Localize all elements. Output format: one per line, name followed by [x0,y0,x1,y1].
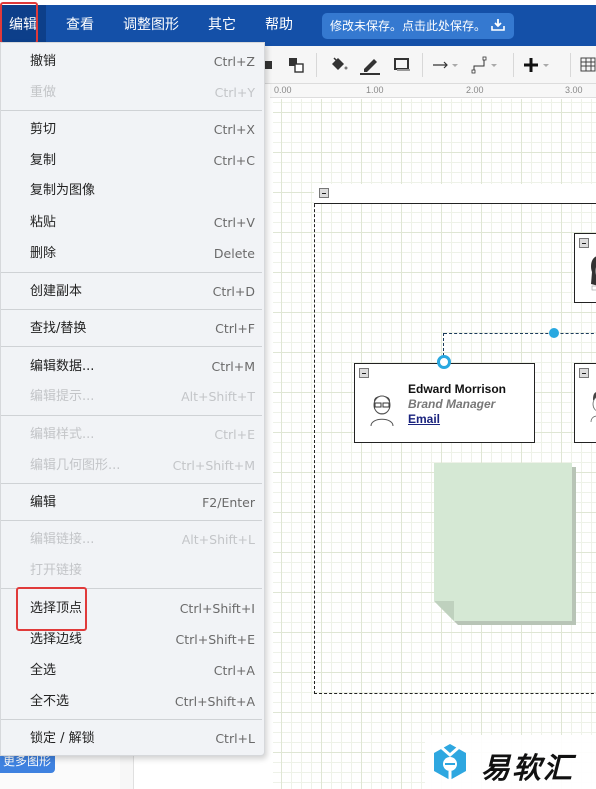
menu-item-edit-style: 编辑样式... Ctrl+E [30,427,255,442]
menu-extras[interactable]: 其它 [199,5,245,46]
brand-logo-icon [434,744,466,780]
menu-item-copy[interactable]: 复制 Ctrl+C [1,146,264,176]
menu-item-select-all[interactable]: 全选 Ctrl+A [1,656,264,686]
menu-item-cut[interactable]: 剪切 Ctrl+X [1,115,264,145]
menu-item-duplicate[interactable]: 创建副本 Ctrl+D [1,277,264,307]
menu-divider [1,272,262,273]
menu-view[interactable]: 查看 [57,5,103,46]
menubar: 编辑 查看 调整图形 其它 帮助 修改未保存。点击此处保存。 [0,0,596,46]
shadow-icon[interactable] [392,55,412,75]
insert-plus-icon[interactable] [523,55,553,75]
horizontal-ruler: 0.00 1.00 2.00 3.00 [270,84,596,98]
card-email-link[interactable]: Email [408,412,440,426]
unsaved-changes-button[interactable]: 修改未保存。点击此处保存。 [322,13,514,39]
menu-item-edit-geometry: 编辑几何图形... Ctrl+Shift+M [30,458,255,473]
ruler-label: 2.00 [466,85,484,95]
to-front-icon[interactable] [262,55,282,75]
org-card-edward-morrison[interactable]: Edward Morrison Brand Manager Email [354,363,535,443]
menu-item-edit-link: 编辑链接... Alt+Shift+L [30,532,255,547]
edit-menu-dropdown: 撤销 Ctrl+Z 重做 Ctrl+Y 剪切 Ctrl+X 复制 Ctrl+C 复制为图… [0,42,265,756]
menu-item-lock-unlock[interactable]: 锁定 / 解锁 Ctrl+L [1,724,264,754]
menu-arrange[interactable]: 调整图形 [114,5,188,46]
menu-item-find-replace[interactable]: 查找/替换 Ctrl+F [1,314,264,344]
menu-divider [1,415,262,416]
menu-divider [1,346,262,347]
line-color-icon[interactable] [360,55,380,75]
ruler-label: 3.00 [565,85,583,95]
watermark-text: 易软汇 [481,751,575,785]
org-container-header[interactable] [314,184,596,204]
connection-point-handle[interactable] [437,355,451,369]
menu-item-undo[interactable]: 撤销 Ctrl+Z [1,47,264,77]
male-avatar-icon [370,395,394,426]
menu-item-open-link: 打开链接 [30,563,83,578]
org-card-top[interactable] [574,233,596,303]
select-vertices-highlight-box [16,587,87,631]
male-avatar-icon [590,392,596,423]
menu-help[interactable]: 帮助 [256,5,302,46]
menu-item-edit-data[interactable]: 编辑数据... Ctrl+M [1,352,264,382]
save-notice-text: 修改未保存。点击此处保存。 [330,19,487,33]
table-icon[interactable] [580,55,596,75]
ruler-label: 1.00 [366,85,384,95]
collapse-icon[interactable] [319,188,329,198]
edit-menu-highlight-box [0,2,38,44]
connection-arrow-icon[interactable] [432,55,462,75]
download-icon [491,19,505,31]
menu-divider [1,520,262,521]
org-card-right[interactable] [574,363,596,443]
menu-item-redo: 重做 Ctrl+Y [30,85,255,100]
female-avatar-icon [591,256,596,291]
connector-edge[interactable] [444,333,596,334]
menu-item-delete[interactable]: 删除 Delete [1,239,264,269]
watermark: 易软汇 [425,735,596,789]
edge-waypoint-handle[interactable] [549,328,559,338]
collapse-icon[interactable] [359,368,369,378]
waypoints-icon[interactable] [471,55,501,75]
menu-item-edit-tooltip: 编辑提示... Alt+Shift+T [30,389,255,404]
ruler-label: 0.00 [274,85,292,95]
menu-item-paste[interactable]: 粘贴 Ctrl+V [1,208,264,238]
menu-divider [1,110,262,111]
collapse-icon[interactable] [579,238,589,248]
menu-divider [1,309,262,310]
collapse-icon[interactable] [579,368,589,378]
menu-item-edit[interactable]: 编辑 F2/Enter [1,488,264,518]
fill-color-icon[interactable] [329,55,349,75]
card-name: Edward Morrison [408,382,507,396]
menu-divider [1,483,262,484]
to-back-icon[interactable] [287,55,307,75]
menu-divider [1,719,262,720]
card-role: Brand Manager [408,397,496,411]
menu-item-copy-as-image[interactable]: 复制为图像 [1,176,264,206]
sticky-note-shape[interactable] [434,463,576,625]
menu-item-select-none[interactable]: 全不选 Ctrl+Shift+A [1,687,264,717]
